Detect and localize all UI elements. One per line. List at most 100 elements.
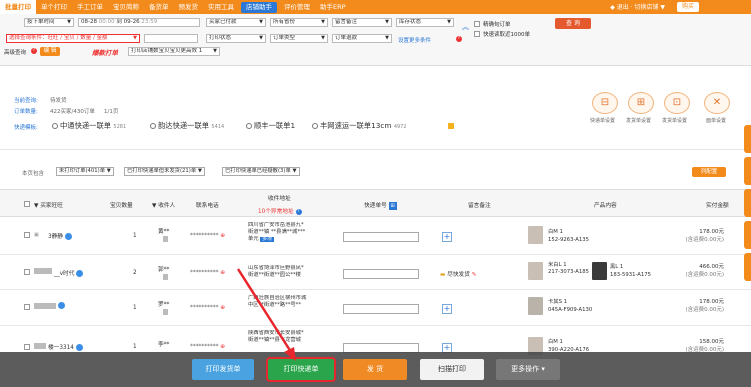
receiver-edit-icon[interactable] xyxy=(163,309,168,315)
order-type-select[interactable]: 订单类型 ▼ xyxy=(270,34,328,43)
address-block: 陕西省西安市长安县城* 街道**镇**县飞龙营城 xyxy=(248,330,330,344)
product-thumbnail[interactable] xyxy=(528,262,543,280)
price-value: 466.00元 xyxy=(699,264,724,270)
add-remark-icon[interactable]: + xyxy=(442,304,452,314)
side-tab[interactable] xyxy=(744,253,751,281)
side-tab[interactable] xyxy=(744,221,751,249)
more-conditions-link[interactable]: 设置更多条件 xyxy=(398,36,431,44)
edit-button[interactable]: 编 辑 xyxy=(40,47,60,56)
col-buyer[interactable]: ▼ 买家旺旺 xyxy=(34,200,63,209)
waybill-input[interactable] xyxy=(343,304,419,314)
tab-tools[interactable]: 实用工具 xyxy=(203,0,239,14)
row-checkbox[interactable] xyxy=(24,344,30,350)
tab-shop-helper[interactable]: 店铺助手 xyxy=(241,1,277,13)
side-tab[interactable] xyxy=(744,157,751,185)
exact-query-checkbox[interactable] xyxy=(474,21,480,27)
lock-icon[interactable]: ⊕ xyxy=(220,305,225,311)
tab-stock-list[interactable]: 备货单 xyxy=(144,0,174,14)
row-checkbox[interactable] xyxy=(24,269,30,275)
template-option-zto[interactable]: 中通快递一联单 5281 xyxy=(52,121,126,131)
product-name: 白M 1 xyxy=(548,229,563,235)
buyer-name[interactable]: __v时代 xyxy=(54,268,84,277)
side-tab[interactable] xyxy=(744,189,751,217)
help-icon[interactable]: ? xyxy=(456,36,462,42)
unprinted-filter-tag[interactable]: 未打印订单(401)单 ▼ xyxy=(56,167,114,176)
tab-single-print[interactable]: 单个打印 xyxy=(36,0,72,14)
column-config-button[interactable]: 列配置 xyxy=(692,167,726,177)
waybill-input[interactable] xyxy=(343,269,419,279)
tab-product-alias[interactable]: 宝贝简称 xyxy=(108,0,144,14)
print-express-button[interactable]: 打印快递单 xyxy=(266,357,336,382)
remark-select[interactable]: 留言备注 ▼ xyxy=(332,18,392,27)
product-thumbnail[interactable] xyxy=(592,262,607,280)
query-value: 待发货 xyxy=(50,98,67,104)
row-checkbox[interactable] xyxy=(24,232,30,238)
address-block: 广西壮族自治区柳州市城 中区**街道**路**号** xyxy=(248,295,330,309)
address-tag[interactable]: 多项 xyxy=(260,237,274,242)
account-menu[interactable]: ◆ 退出 · 切换店铺 ▼ xyxy=(610,2,665,11)
advanced-help-icon[interactable]: ? xyxy=(31,48,37,54)
invoice-settings-icon[interactable]: ⊞ xyxy=(628,92,654,114)
wangwang-icon[interactable] xyxy=(58,302,65,309)
collapse-icon[interactable]: ︽ xyxy=(462,22,469,32)
buyer-name[interactable] xyxy=(58,302,65,309)
side-tab[interactable] xyxy=(744,125,751,153)
remark-edit-icon[interactable]: ✎ xyxy=(472,272,477,278)
wangwang-icon[interactable] xyxy=(64,233,72,240)
printed-unshipped-filter-tag[interactable]: 已打印快递单但未发货(21)单 ▼ xyxy=(124,167,205,176)
product-thumbnail[interactable] xyxy=(528,226,543,244)
col-remark: 留言备注 xyxy=(468,203,491,209)
buyer-name[interactable]: 3静静 xyxy=(48,231,72,240)
lock-icon[interactable]: ⊕ xyxy=(220,270,225,276)
time-type-select[interactable]: 按下单时间 ▼ xyxy=(24,18,74,27)
fast-read-checkbox[interactable] xyxy=(474,31,480,37)
buyer-name[interactable]: 楼一3314 xyxy=(48,342,83,351)
template-edit-icon[interactable] xyxy=(448,123,454,129)
tab-batch-print[interactable]: 批量打印 xyxy=(0,0,36,14)
wrench-icon[interactable]: ✕ xyxy=(704,92,730,114)
ship-button[interactable]: 发 货 xyxy=(343,359,407,380)
order-status-select[interactable]: 买家已付款 ▼ xyxy=(206,18,266,27)
select-all-checkbox[interactable] xyxy=(24,201,30,207)
more-ops-button[interactable]: 更多操作 ▾ xyxy=(496,359,560,380)
refund-status-select[interactable]: 订单退款 ▼ xyxy=(332,34,392,43)
template-option-fengwang[interactable]: 丰网速运一联单13cm 4972 xyxy=(312,121,407,131)
template-option-sf[interactable]: 顺丰一联单1 xyxy=(246,121,295,131)
row-checkbox[interactable] xyxy=(24,304,30,310)
lock-icon[interactable]: ⊕ xyxy=(220,233,225,239)
waybill-input[interactable] xyxy=(343,232,419,242)
expand-icon[interactable]: ▣ xyxy=(34,232,39,238)
page-value: 1/1页 xyxy=(104,109,119,115)
hint-select[interactable]: 打印店铺数宝贝宝贝更高效 1 ▼ xyxy=(128,47,220,56)
ship-settings-icon[interactable]: ⊡ xyxy=(664,92,690,114)
search-button[interactable]: 查 询 xyxy=(555,18,591,29)
stock-status-select[interactable]: 库存状态 ▼ xyxy=(396,18,454,27)
tab-erp[interactable]: 助手ERP xyxy=(315,0,351,14)
col-phone: 联系电话 xyxy=(196,203,219,209)
condition-value-input[interactable] xyxy=(144,34,198,43)
wangwang-icon[interactable] xyxy=(75,344,83,351)
province-select[interactable]: 所有省份 ▼ xyxy=(270,18,328,27)
address-warning-link[interactable]: 10个异常地址 ? xyxy=(258,206,302,215)
add-remark-icon[interactable]: + xyxy=(442,232,452,242)
scan-print-button[interactable]: 扫描打印 xyxy=(420,359,484,380)
address-block: 山东省菏泽市巨野县凤* 街道**街道**园公**楼 xyxy=(248,265,330,279)
query-condition-select[interactable]: 选择查询条件：旺旺 / 宝贝 / 数量 / 金额 ▼ xyxy=(6,34,140,43)
remark-flag[interactable]: ▬ 尽快发货 ✎ xyxy=(440,269,477,278)
product-thumbnail[interactable] xyxy=(528,297,543,315)
print-invoice-button[interactable]: 打印发货单 xyxy=(192,359,254,380)
tab-manual-order[interactable]: 手工订单 xyxy=(72,0,108,14)
receiver-edit-icon[interactable] xyxy=(163,236,168,242)
tab-review-manage[interactable]: 评价管理 xyxy=(279,0,315,14)
waybill-edit-icon[interactable]: ⊞ xyxy=(388,201,397,210)
purchase-button[interactable]: 购买 xyxy=(677,2,699,12)
wangwang-icon[interactable] xyxy=(76,270,84,277)
receiver-edit-icon[interactable] xyxy=(163,274,168,280)
tab-pre-ship[interactable]: 预发货 xyxy=(174,0,204,14)
date-range-input[interactable]: 08-28 00:00 到 09-26 23:59 xyxy=(78,18,200,27)
template-option-yunda[interactable]: 韵达快递一联单 5414 xyxy=(150,121,224,131)
print-status-select[interactable]: 打印状态 ▼ xyxy=(206,34,266,43)
express-settings-icon[interactable]: ⊟ xyxy=(592,92,618,114)
lock-icon[interactable]: ⊕ xyxy=(220,344,225,350)
printed-suspect-filter-tag[interactable]: 已打印快递单已经疑散(3)单 ▼ xyxy=(222,167,300,176)
